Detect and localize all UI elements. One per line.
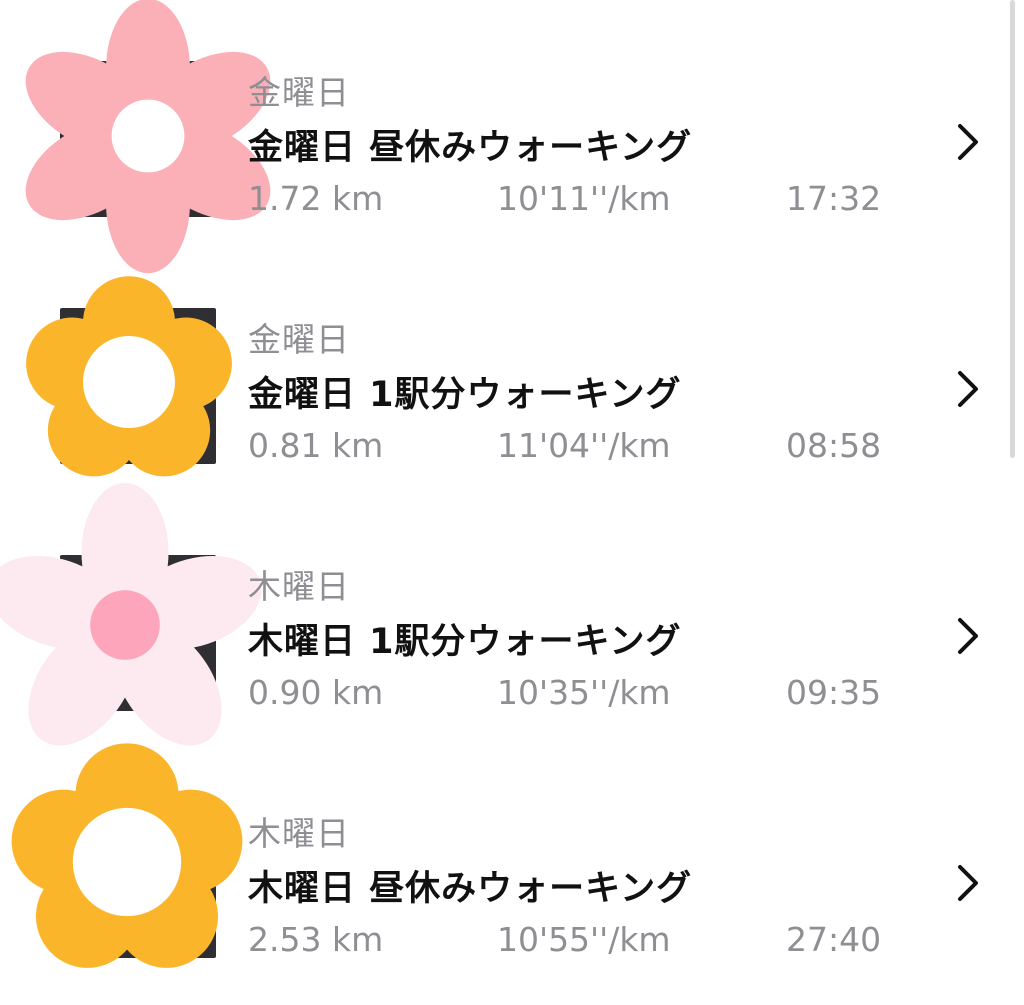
workout-day: 金曜日 [248, 73, 350, 112]
workout-pace: 10'55''/km [497, 920, 671, 959]
workout-row[interactable]: 木曜日 木曜日 昼休みウォーキング 2.53 km 10'55''/km 27:… [0, 743, 1010, 1004]
workout-title: 金曜日 昼休みウォーキング [248, 128, 693, 168]
orange-flower-icon [11, 743, 243, 968]
workout-distance: 0.90 km [248, 673, 384, 712]
workout-row[interactable]: 金曜日 金曜日 昼休みウォーキング 1.72 km 10'11''/km 17:… [0, 0, 1010, 274]
workout-distance: 0.81 km [248, 426, 384, 465]
pink-flower-icon [25, 0, 271, 274]
workout-pace: 10'11''/km [497, 179, 671, 218]
workout-duration: 27:40 [786, 920, 882, 959]
orange-flower-icon [26, 276, 232, 477]
workout-title: 金曜日 1駅分ウォーキング [248, 375, 682, 415]
chevron-right-icon[interactable] [950, 614, 986, 658]
pale-pink-flower-icon [0, 482, 262, 746]
workout-distance: 2.53 km [248, 920, 384, 959]
workout-duration: 09:35 [786, 673, 882, 712]
chevron-right-icon[interactable] [950, 120, 986, 164]
workout-row[interactable]: 木曜日 木曜日 1駅分ウォーキング 0.90 km 10'35''/km 09:… [0, 482, 1010, 757]
workout-distance: 1.72 km [248, 179, 384, 218]
workout-pace: 10'35''/km [497, 673, 671, 712]
workout-title: 木曜日 1駅分ウォーキング [248, 622, 682, 662]
workout-pace: 11'04''/km [497, 426, 671, 465]
workout-day: 木曜日 [248, 814, 350, 853]
workout-duration: 08:58 [786, 426, 882, 465]
workout-list: 金曜日 金曜日 昼休みウォーキング 1.72 km 10'11''/km 17:… [0, 0, 1024, 1005]
workout-duration: 17:32 [786, 179, 882, 218]
chevron-right-icon[interactable] [950, 861, 986, 905]
workout-title: 木曜日 昼休みウォーキング [248, 869, 693, 909]
workout-day: 金曜日 [248, 320, 350, 359]
workout-row[interactable]: 金曜日 金曜日 1駅分ウォーキング 0.81 km 11'04''/km 08:… [0, 263, 1010, 510]
chevron-right-icon[interactable] [950, 367, 986, 411]
workout-day: 木曜日 [248, 567, 350, 606]
scrollbar[interactable] [1010, 0, 1015, 458]
